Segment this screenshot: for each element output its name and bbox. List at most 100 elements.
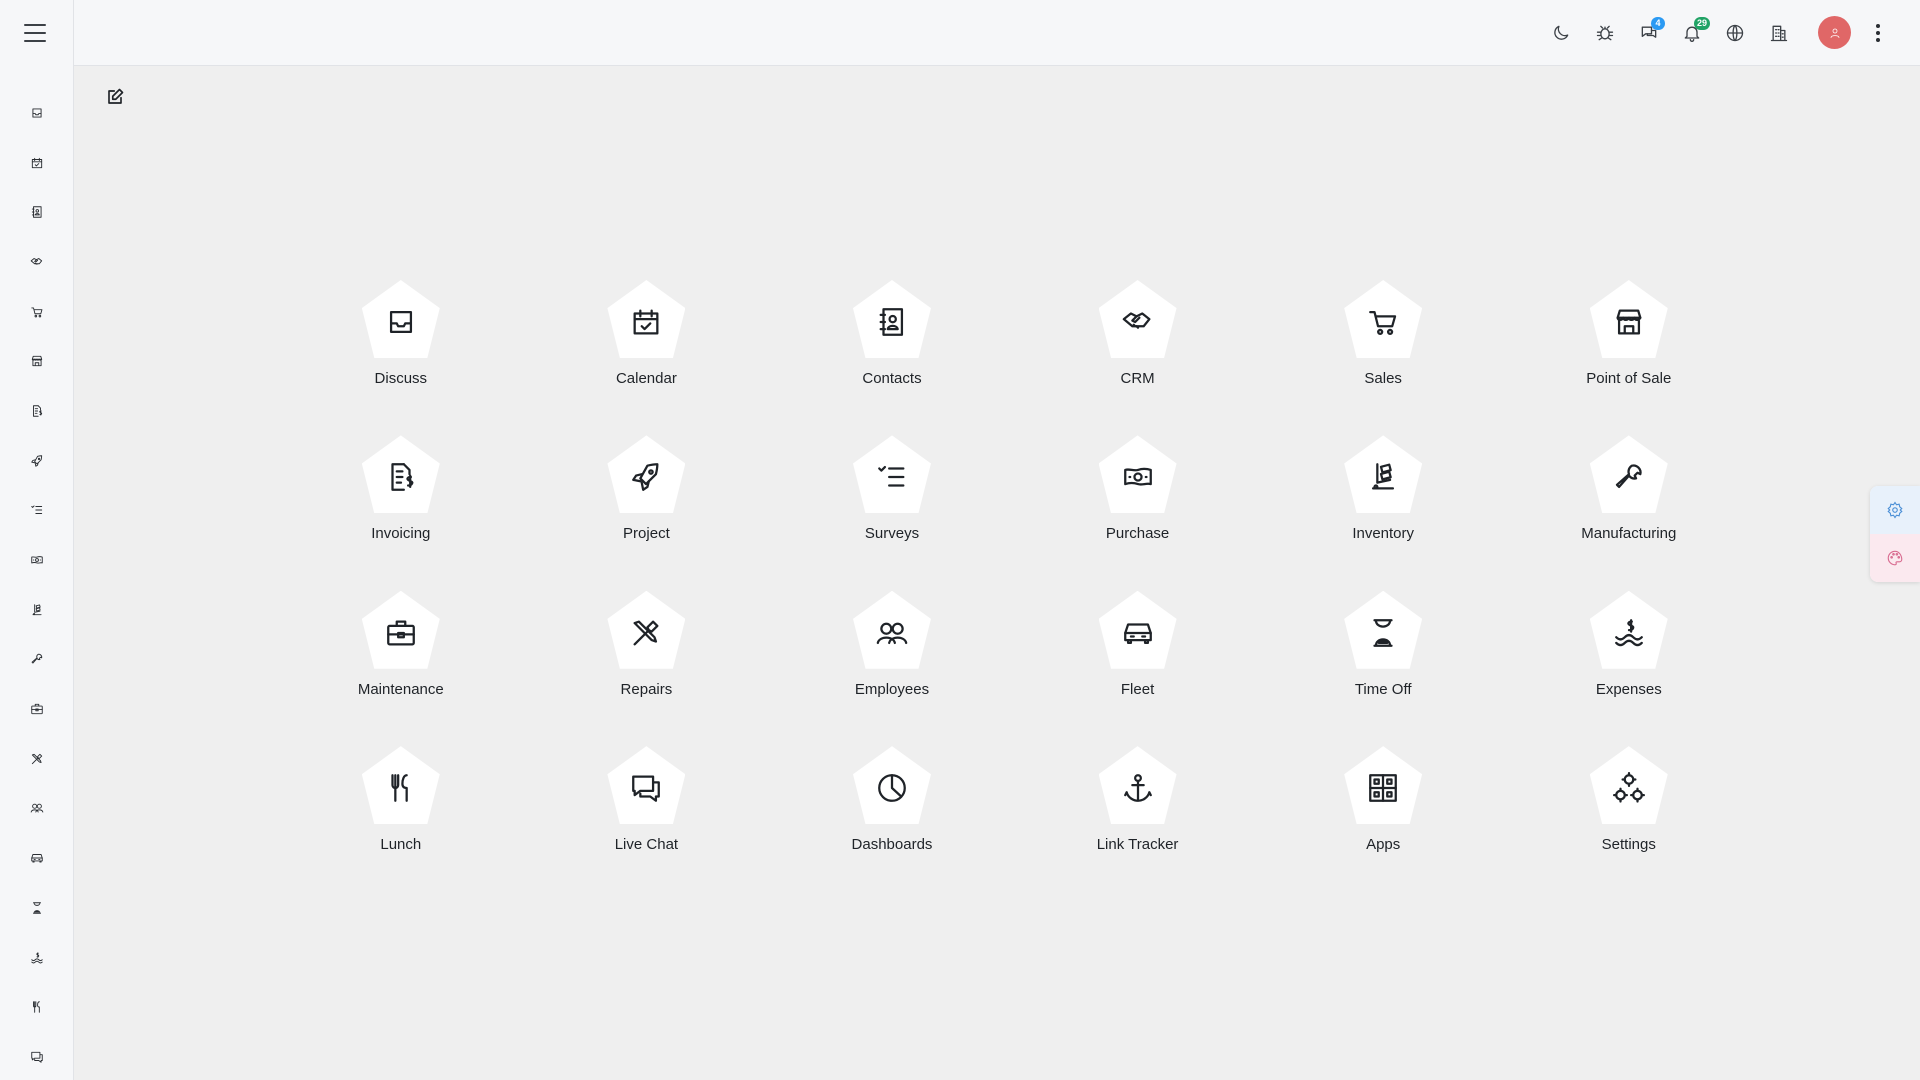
sidebar-item-invoicing[interactable] — [0, 386, 74, 436]
customize-settings-button[interactable] — [1870, 486, 1920, 534]
app-icon-badge — [607, 746, 686, 825]
app-label: Calendar — [615, 370, 677, 387]
link-tracker-icon — [1123, 774, 1152, 803]
settings-icon — [1612, 772, 1645, 803]
menu-toggle-icon[interactable] — [24, 24, 46, 42]
surveys-icon — [31, 505, 43, 515]
app-tile-settings[interactable]: Settings — [1506, 746, 1752, 901]
sidebar-item-repairs[interactable] — [0, 734, 74, 784]
app-tile-project[interactable]: Project — [524, 435, 770, 590]
user-avatar[interactable] — [1818, 16, 1851, 49]
sidebar-item-point-of-sale[interactable] — [0, 336, 74, 386]
app-tile-maintenance[interactable]: Maintenance — [278, 590, 524, 746]
app-icon-badge — [1344, 280, 1423, 358]
project-icon — [31, 454, 43, 467]
sidebar-item-fleet[interactable] — [0, 833, 74, 883]
messages-icon[interactable]: 4 — [1638, 17, 1665, 44]
point-of-sale-icon — [1616, 309, 1642, 335]
app-icon-badge — [361, 435, 440, 514]
sidebar-item-manufacturing[interactable] — [0, 635, 74, 685]
app-label: Discuss — [374, 370, 428, 387]
app-tile-crm[interactable]: CRM — [1015, 280, 1261, 435]
manufacturing-icon — [1615, 464, 1642, 489]
expenses-icon — [1614, 618, 1643, 646]
purchase-icon — [1123, 468, 1152, 487]
discuss-icon — [32, 108, 42, 118]
fleet-icon — [31, 854, 43, 863]
app-tile-live-chat[interactable]: Live Chat — [524, 746, 770, 901]
app-label: Purchase — [1105, 525, 1170, 543]
app-label: Fleet — [1120, 680, 1155, 698]
app-tile-invoicing[interactable]: Invoicing — [278, 435, 524, 590]
app-tile-inventory[interactable]: Inventory — [1260, 435, 1506, 590]
app-tile-time-off[interactable]: Time Off — [1260, 590, 1506, 746]
app-tile-purchase[interactable]: Purchase — [1015, 435, 1261, 590]
company-icon[interactable] — [1768, 22, 1790, 44]
app-icon-badge — [1344, 746, 1423, 825]
notifications-icon[interactable]: 29 — [1681, 17, 1711, 44]
sidebar-item-surveys[interactable] — [0, 486, 74, 536]
app-icon-badge — [1589, 590, 1668, 669]
edit-icon[interactable] — [106, 88, 124, 106]
app-label: Sales — [1364, 370, 1402, 387]
app-tile-fleet[interactable]: Fleet — [1015, 590, 1261, 746]
dashboards-icon — [878, 774, 906, 803]
repairs-icon — [633, 620, 659, 646]
surveys-icon — [878, 466, 905, 488]
sidebar-item-time-off[interactable] — [0, 883, 74, 933]
sidebar-item-live-chat[interactable] — [0, 1032, 74, 1080]
contacts-icon — [31, 206, 42, 218]
app-tile-manufacturing[interactable]: Manufacturing — [1506, 435, 1752, 590]
app-label: Maintenance — [357, 680, 444, 698]
invoicing-icon — [391, 463, 414, 492]
app-icon-badge — [852, 435, 931, 514]
time-off-icon — [33, 902, 41, 914]
language-icon[interactable] — [1724, 22, 1746, 44]
app-tile-point-of-sale[interactable]: Point of Sale — [1506, 280, 1752, 435]
sidebar-item-expenses[interactable] — [0, 933, 74, 983]
theme-palette-button[interactable] — [1870, 534, 1920, 582]
sales-icon — [1369, 310, 1397, 336]
app-icon-badge — [1344, 590, 1423, 669]
app-tile-employees[interactable]: Employees — [769, 590, 1015, 746]
app-tile-contacts[interactable]: Contacts — [769, 280, 1015, 435]
messages-badge: 4 — [1651, 17, 1665, 30]
app-tile-dashboards[interactable]: Dashboards — [769, 746, 1015, 901]
sidebar-item-project[interactable] — [0, 436, 74, 486]
app-icon-badge — [1098, 590, 1177, 669]
app-tile-expenses[interactable]: Expenses — [1506, 590, 1752, 746]
sidebar-item-calendar[interactable] — [0, 138, 74, 188]
dark-mode-icon[interactable] — [1550, 22, 1572, 44]
app-tile-repairs[interactable]: Repairs — [524, 590, 770, 746]
app-icon-badge — [1098, 746, 1177, 825]
app-icon-badge — [607, 435, 686, 514]
app-tile-apps[interactable]: Apps — [1260, 746, 1506, 901]
sidebar-item-sales[interactable] — [0, 287, 74, 337]
app-label: Manufacturing — [1581, 525, 1677, 543]
point-of-sale-icon — [31, 356, 43, 367]
app-tile-lunch[interactable]: Lunch — [278, 746, 524, 901]
sidebar-item-discuss[interactable] — [0, 88, 74, 138]
app-icon-badge — [1098, 280, 1177, 358]
app-label: Surveys — [864, 525, 920, 543]
sidebar-item-purchase[interactable] — [0, 535, 74, 585]
sidebar-item-crm[interactable] — [0, 237, 74, 287]
app-tile-calendar[interactable]: Calendar — [524, 280, 770, 435]
app-label: Lunch — [380, 836, 422, 854]
repairs-icon — [31, 753, 43, 764]
app-icon-badge — [607, 590, 686, 669]
app-tile-surveys[interactable]: Surveys — [769, 435, 1015, 590]
top-bar: 4 29 — [74, 0, 1920, 66]
sidebar-item-maintenance[interactable] — [0, 684, 74, 734]
app-tile-discuss[interactable]: Discuss — [278, 280, 524, 435]
more-options-icon[interactable] — [1874, 22, 1882, 44]
sidebar-item-employees[interactable] — [0, 784, 74, 834]
debug-icon[interactable] — [1594, 22, 1616, 44]
apps-icon — [1369, 774, 1398, 803]
app-tile-link-tracker[interactable]: Link Tracker — [1015, 746, 1261, 901]
app-label: Live Chat — [614, 836, 679, 854]
sidebar-item-inventory[interactable] — [0, 585, 74, 635]
sidebar-item-lunch[interactable] — [0, 982, 74, 1032]
app-tile-sales[interactable]: Sales — [1260, 280, 1506, 435]
sidebar-item-contacts[interactable] — [0, 187, 74, 237]
